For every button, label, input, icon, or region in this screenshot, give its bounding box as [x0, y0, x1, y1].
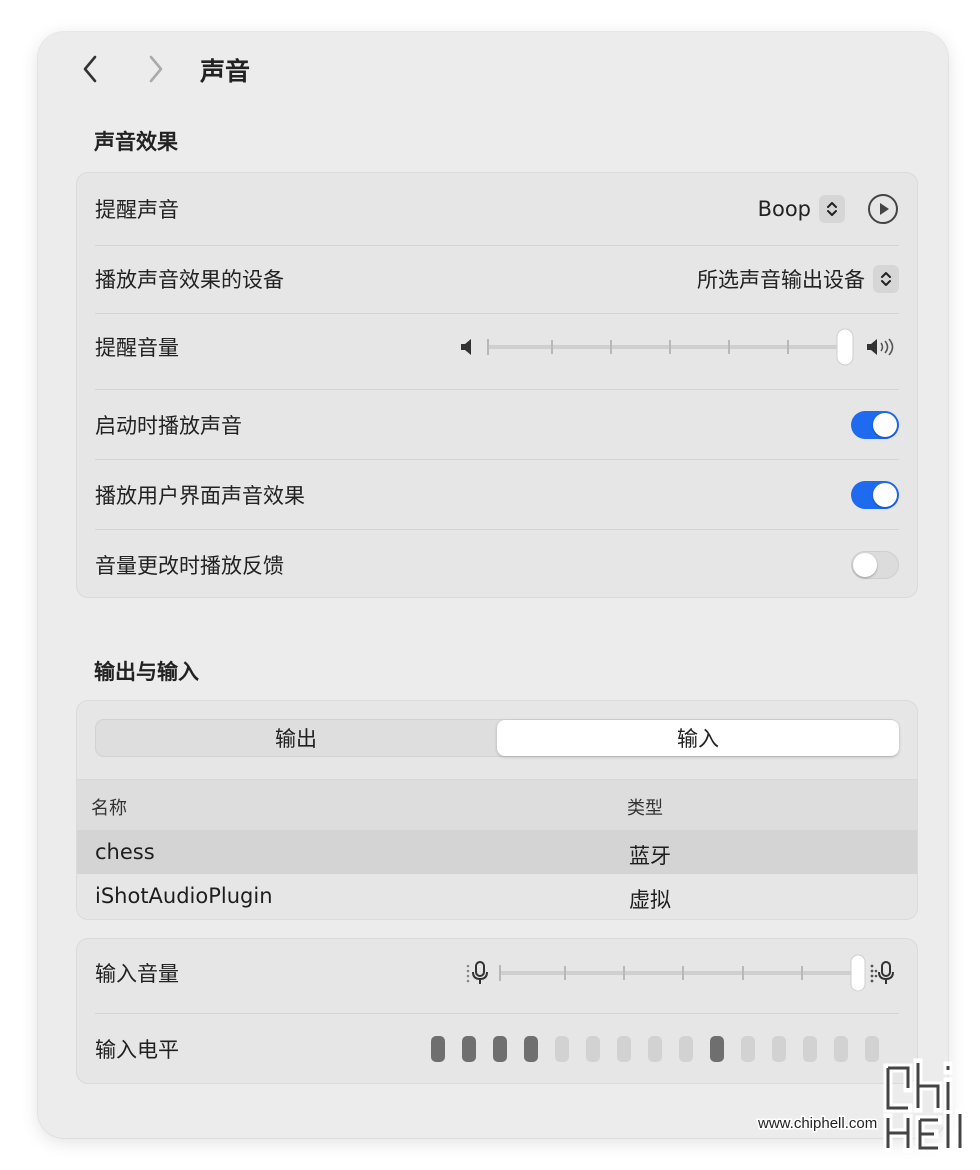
startup-sound-toggle[interactable] — [851, 411, 899, 439]
chevron-left-icon — [83, 55, 97, 83]
input-level-label: 输入电平 — [95, 1038, 179, 1062]
alert-volume-label: 提醒音量 — [95, 336, 179, 360]
updown-chevron-icon — [873, 265, 899, 293]
ui-effects-toggle[interactable] — [851, 481, 899, 509]
level-bar — [555, 1036, 569, 1062]
level-bar — [617, 1036, 631, 1062]
input-volume-row: 输入音量 — [95, 951, 899, 995]
level-bar — [648, 1036, 662, 1062]
level-bar — [586, 1036, 600, 1062]
volume-feedback-toggle[interactable] — [851, 551, 899, 579]
effects-device-row: 播放声音效果的设备 所选声音输出设备 — [95, 257, 899, 301]
col-name-header[interactable]: 名称 — [91, 794, 127, 820]
level-bar — [524, 1036, 538, 1062]
speaker-high-icon — [867, 338, 894, 356]
watermark-text: www.chiphell.com — [757, 1115, 877, 1132]
input-volume-label: 输入音量 — [95, 962, 179, 986]
io-segmented-control: 输出 输入 — [95, 719, 899, 757]
play-button[interactable] — [867, 193, 899, 225]
level-bar — [710, 1036, 724, 1062]
chevron-right-icon — [149, 55, 163, 83]
alert-sound-label: 提醒声音 — [95, 198, 179, 222]
section-title-io: 输出与输入 — [94, 660, 199, 684]
input-volume-slider[interactable] — [495, 951, 867, 995]
play-circle-icon — [868, 194, 898, 224]
page-title: 声音 — [200, 57, 251, 86]
io-group: 输出 输入 名称 类型 chess 蓝牙 iShotAudioPlugin 虚拟 — [76, 700, 918, 920]
device-type: 虚拟 — [629, 888, 671, 912]
toggle-knob — [873, 483, 897, 507]
speaker-low-icon — [461, 339, 471, 355]
sound-effects-group: 提醒声音 Boop 播放声音效果的设备 所选声音输出设备 提醒音量 启动时播放声… — [76, 172, 918, 598]
level-bar — [493, 1036, 507, 1062]
startup-sound-label: 启动时播放声音 — [95, 414, 242, 438]
alert-sound-popup[interactable]: Boop — [758, 195, 845, 223]
effects-device-popup[interactable]: 所选声音输出设备 — [697, 264, 899, 294]
divider — [95, 245, 899, 246]
back-button[interactable] — [76, 52, 104, 86]
tab-input[interactable]: 输入 — [497, 720, 899, 756]
device-type: 蓝牙 — [629, 844, 671, 868]
updown-chevron-icon — [819, 195, 845, 223]
volume-feedback-row: 音量更改时播放反馈 — [95, 543, 899, 587]
alert-sound-row: 提醒声音 Boop — [95, 187, 899, 231]
alert-sound-value: Boop — [757, 197, 811, 221]
level-bar — [431, 1036, 445, 1062]
level-bar — [679, 1036, 693, 1062]
divider — [95, 529, 899, 530]
toggle-knob — [873, 413, 897, 437]
ui-effects-label: 播放用户界面声音效果 — [95, 484, 305, 508]
alert-volume-row: 提醒音量 — [95, 325, 899, 369]
forward-button[interactable] — [142, 52, 170, 86]
divider — [95, 1013, 899, 1014]
col-type-header[interactable]: 类型 — [627, 794, 663, 820]
section-title-sound-effects: 声音效果 — [94, 130, 178, 154]
effects-device-value: 所选声音输出设备 — [697, 268, 865, 292]
tab-output[interactable]: 输出 — [95, 719, 497, 757]
table-header: 名称 类型 — [77, 780, 917, 830]
divider — [95, 313, 899, 314]
divider — [95, 459, 899, 460]
toggle-knob — [853, 553, 877, 577]
device-name: iShotAudioPlugin — [95, 884, 273, 908]
chiphell-watermark-logo: www.chiphell.com — [756, 1058, 965, 1153]
startup-sound-row: 启动时播放声音 — [95, 403, 899, 447]
device-name: chess — [95, 840, 155, 864]
effects-device-label: 播放声音效果的设备 — [95, 268, 284, 292]
table-row[interactable]: iShotAudioPlugin 虚拟 — [77, 874, 917, 918]
volume-feedback-label: 音量更改时播放反馈 — [95, 554, 284, 578]
alert-volume-slider[interactable] — [481, 325, 861, 369]
level-bar — [462, 1036, 476, 1062]
microphone-high-icon — [870, 961, 894, 984]
divider — [95, 389, 899, 390]
ui-effects-row: 播放用户界面声音效果 — [95, 473, 899, 517]
table-row[interactable]: chess 蓝牙 — [77, 830, 917, 874]
microphone-low-icon — [466, 961, 488, 984]
